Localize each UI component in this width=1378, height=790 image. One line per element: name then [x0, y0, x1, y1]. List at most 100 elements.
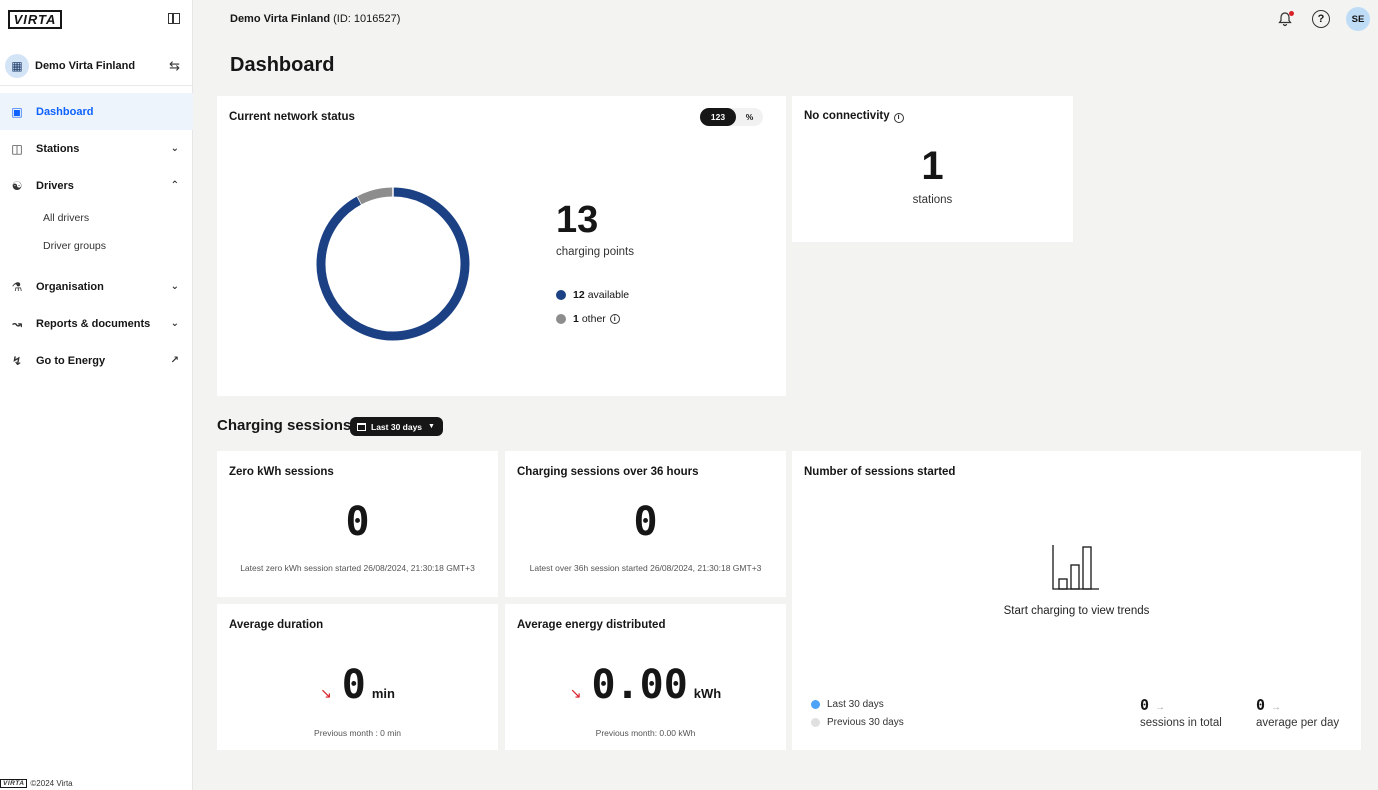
network-status-card: Current network status 123 % 13 charging…: [217, 96, 786, 396]
average-energy-stat: ↘ 0.00 kWh: [505, 662, 786, 708]
over-36h-value: 0: [633, 499, 658, 545]
sidebar-item-label: Dashboard: [36, 105, 94, 118]
date-range-label: Last 30 days: [371, 421, 423, 432]
sessions-started-card: Number of sessions started Start chargin…: [792, 451, 1361, 750]
help-icon[interactable]: ?: [1312, 10, 1330, 28]
organisation-icon: ⚗: [11, 279, 23, 294]
external-link-icon: ↗: [170, 355, 179, 366]
sidebar-item-label: Go to Energy: [36, 354, 106, 367]
other-count: 1: [573, 313, 579, 325]
sidebar-item-label: Reports & documents: [36, 317, 151, 330]
available-label: available: [587, 289, 630, 301]
no-connectivity-value: 1: [921, 144, 944, 188]
charging-station-icon: ◫: [11, 141, 23, 156]
average-per-day-label: average per day: [1256, 717, 1340, 729]
average-duration-previous: Previous month : 0 min: [314, 728, 401, 738]
switch-arrows-icon[interactable]: ⇆: [169, 58, 180, 74]
sidebar-subitem-all-drivers[interactable]: All drivers: [43, 212, 89, 224]
info-icon[interactable]: i: [893, 112, 904, 123]
caret-down-icon: ▼: [428, 423, 435, 430]
average-energy-card: Average energy distributed ↘ 0.00 kWh Pr…: [505, 604, 786, 750]
over-36h-note: Latest over 36h session started 26/08/20…: [529, 563, 762, 573]
sessions-total-value: 0: [1140, 696, 1150, 714]
chevron-down-icon: ⌄: [170, 143, 179, 154]
available-dot: [556, 290, 566, 300]
virta-mini-logo: VIRTA: [0, 779, 28, 788]
legend-label: Previous 30 days: [827, 717, 904, 728]
card-title: Charging sessions over 36 hours: [517, 466, 699, 478]
no-connectivity-card[interactable]: No connectivity i 1 stations: [792, 96, 1073, 242]
count-percent-toggle[interactable]: 123 %: [700, 108, 763, 126]
sessions-total-kpi: 0 → sessions in total: [1140, 696, 1222, 729]
card-title: Average duration: [229, 619, 324, 631]
sidebar-footer: VIRTA ©2024 Virta: [0, 779, 73, 788]
card-title: Average energy distributed: [517, 619, 666, 631]
toggle-percent[interactable]: %: [736, 108, 763, 126]
header-org-name: Demo Virta Finland: [230, 13, 331, 25]
network-status-donut: [316, 184, 470, 341]
header-org-title: Demo Virta Finland (ID: 1016527): [230, 13, 400, 25]
chevron-up-icon: ⌃: [170, 180, 179, 191]
bar-chart-empty-icon: [1052, 545, 1099, 590]
arrow-right-icon: →: [1271, 702, 1282, 713]
toggle-count[interactable]: 123: [700, 108, 736, 126]
other-label: other: [581, 313, 606, 325]
organisation-selector[interactable]: ▦ Demo Virta Finland ⇆: [0, 46, 193, 86]
sidebar-item-reports[interactable]: ↝ Reports & documents ⌄: [0, 305, 193, 342]
info-icon[interactable]: i: [609, 314, 620, 324]
donut-segment-other[interactable]: [357, 187, 394, 205]
donut-segment-available[interactable]: [316, 187, 470, 341]
over-36h-card: Charging sessions over 36 hours 0 Latest…: [505, 451, 786, 597]
sidebar-item-drivers[interactable]: ☯ Drivers ⌃: [0, 167, 193, 204]
other-dot: [556, 314, 566, 324]
average-duration-card: Average duration ↘ 0 min Previous month …: [217, 604, 498, 750]
sidebar-item-label: Organisation: [36, 280, 104, 293]
driver-icon: ☯: [11, 178, 23, 193]
sidebar-item-stations[interactable]: ◫ Stations ⌄: [0, 130, 193, 167]
sessions-total-label: sessions in total: [1140, 717, 1222, 729]
sidebar-item-dashboard[interactable]: ▣ Dashboard: [0, 93, 193, 130]
notifications-bell-icon[interactable]: [1276, 10, 1294, 28]
sidebar: VIRTA ▦ Demo Virta Finland ⇆ ▣ Dashboard…: [0, 0, 193, 790]
legend-label: Last 30 days: [827, 699, 884, 710]
sidebar-item-label: Stations: [36, 142, 80, 155]
average-per-day-kpi: 0 → average per day: [1256, 696, 1339, 729]
sidebar-collapse-icon[interactable]: [168, 13, 180, 24]
total-charging-points: 13: [556, 199, 599, 241]
legend-last-30-days: Last 30 days: [811, 699, 884, 710]
trend-down-arrow-icon: ↘: [569, 685, 582, 701]
average-per-day-value: 0: [1256, 696, 1266, 714]
card-title: No connectivity i: [804, 110, 904, 123]
org-name: Demo Virta Finland: [35, 59, 136, 72]
card-title: Zero kWh sessions: [229, 466, 334, 478]
no-connectivity-title: No connectivity: [804, 110, 890, 122]
available-count: 12: [573, 289, 585, 301]
average-energy-unit: kWh: [693, 686, 722, 701]
chevron-down-icon: ⌄: [170, 281, 179, 292]
page-title: Dashboard: [230, 54, 335, 76]
empty-trends-text: Start charging to view trends: [1003, 605, 1150, 617]
no-connectivity-label: stations: [912, 194, 953, 206]
sidebar-subitem-driver-groups[interactable]: Driver groups: [43, 240, 106, 252]
sidebar-item-organisation[interactable]: ⚗ Organisation ⌄: [0, 268, 193, 305]
current-period-dot: [811, 700, 820, 709]
user-avatar[interactable]: SE: [1346, 7, 1370, 31]
legend-available: 12 available: [556, 289, 629, 301]
card-title: Number of sessions started: [804, 466, 956, 478]
notification-dot: [1289, 11, 1294, 16]
sidebar-item-go-to-energy[interactable]: ↯ Go to Energy ↗: [0, 342, 193, 379]
zero-kwh-card: Zero kWh sessions 0 Latest zero kWh sess…: [217, 451, 498, 597]
building-icon: ▦: [5, 53, 29, 78]
virta-logo[interactable]: VIRTA: [8, 10, 62, 29]
legend-other: 1 other i: [556, 313, 620, 325]
average-energy-value: 0.00: [591, 662, 688, 708]
date-range-dropdown[interactable]: Last 30 days ▼: [350, 417, 443, 436]
lightning-icon: ↯: [11, 353, 23, 368]
header-org-id: (ID: 1016527): [333, 13, 401, 25]
copyright-text: ©2024 Virta: [30, 779, 73, 788]
charging-points-label: charging points: [556, 246, 634, 258]
chart-line-icon: ↝: [11, 316, 23, 331]
arrow-right-icon: →: [1155, 702, 1166, 713]
zero-kwh-note: Latest zero kWh session started 26/08/20…: [240, 563, 475, 573]
charging-sessions-title: Charging sessions: [217, 417, 352, 434]
